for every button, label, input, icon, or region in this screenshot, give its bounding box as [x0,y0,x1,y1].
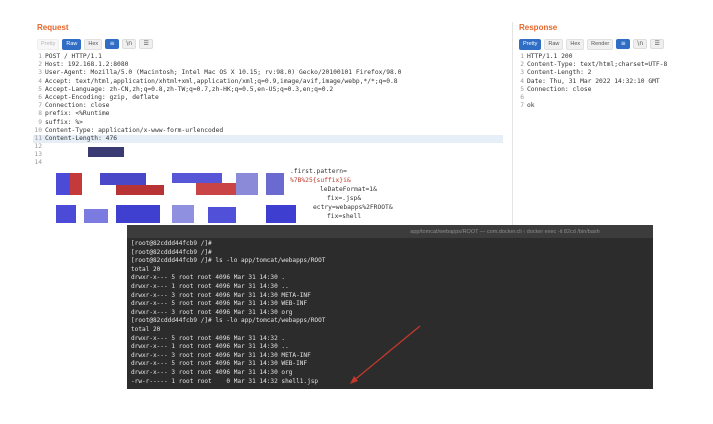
annotation-arrow-icon [350,325,421,384]
